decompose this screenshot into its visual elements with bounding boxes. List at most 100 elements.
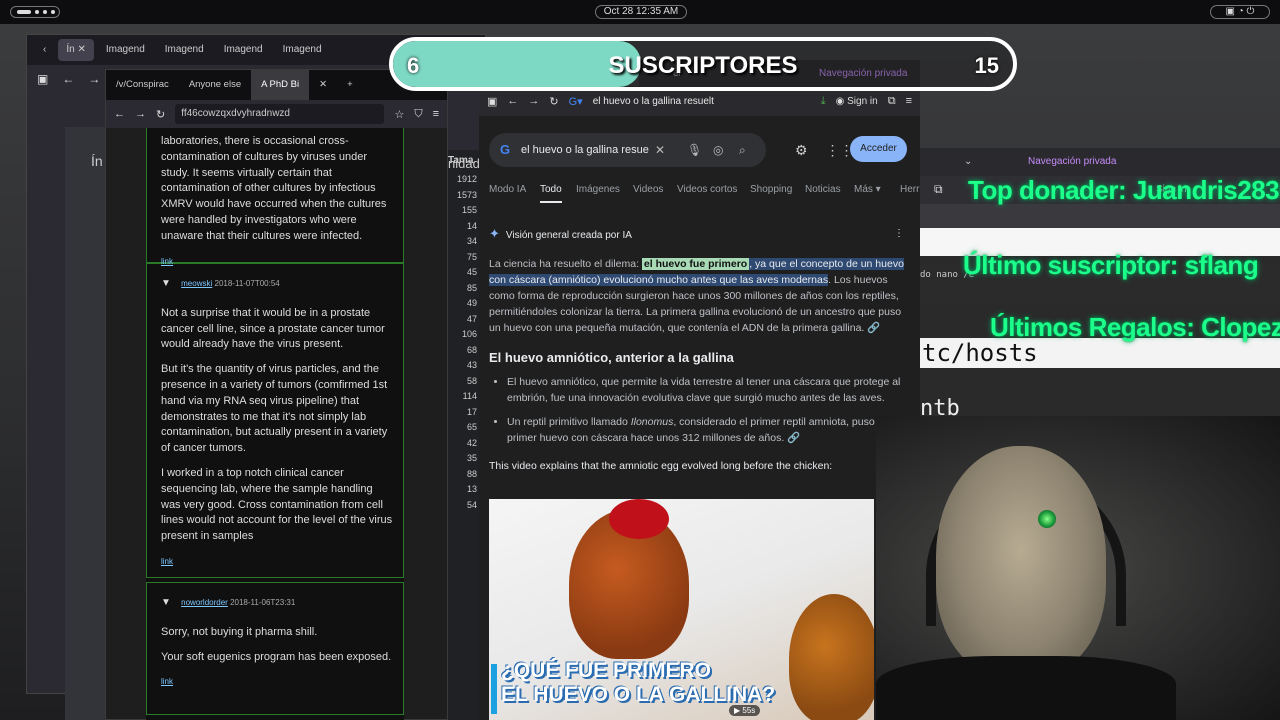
ai-paragraph: La ciencia ha resuelto el dilema: el hue…: [489, 256, 910, 336]
sign-in-button[interactable]: ◉ Sign in: [836, 96, 878, 107]
comment-2-p1: Sorry, not buying it pharma shill.: [161, 625, 318, 638]
google-browser-window: el Navegación privada ▣ ← → ↻ G▾ el huev…: [479, 60, 925, 720]
back-tab-0[interactable]: ‹: [35, 39, 54, 61]
bullet2-a: Un reptil primitivo llamado: [507, 416, 631, 428]
search-input-value[interactable]: el huevo o la gallina resue: [521, 144, 649, 156]
system-tray[interactable]: ▣ ◔ ⏻: [1210, 5, 1270, 19]
ai-bullet-1: El huevo amniótico, que permite la vida …: [507, 374, 910, 406]
comment-2-p2: Your soft eugenics program has been expo…: [161, 650, 392, 663]
sidebar-icon[interactable]: ▣: [487, 95, 497, 108]
sign-in-label: Sign in: [847, 95, 878, 107]
file-size-cell: 1912: [456, 174, 477, 184]
file-size-cell: 14: [466, 220, 477, 231]
extensions-icon[interactable]: ⧉: [888, 95, 896, 108]
rooster-comb: [609, 499, 669, 539]
video-title-line-1: ¿QUÉ FUE PRIMERO: [501, 659, 712, 682]
extensions-icon[interactable]: ⧉: [934, 182, 943, 197]
comment-2: ▼ noworldorder 2018-11-06T23:31 Sorry, n…: [146, 582, 404, 715]
tab-videos[interactable]: Videos: [633, 184, 663, 195]
new-tab-icon[interactable]: +: [337, 70, 363, 100]
forward-arrow-icon[interactable]: →: [88, 72, 100, 86]
comment-1-user[interactable]: meowski: [181, 279, 212, 288]
tab-mas[interactable]: Más ▾: [854, 184, 881, 195]
tab-todo[interactable]: Todo: [540, 184, 562, 203]
menu-icon[interactable]: ≡: [433, 108, 439, 120]
file-size-cell: 65: [466, 422, 477, 432]
back-tab-1[interactable]: Ín ✕: [58, 39, 94, 61]
lens-icon[interactable]: ◎: [713, 133, 723, 167]
comment-0-text: laboratories, there is occasional cross-…: [161, 135, 387, 242]
file-size-cell: 17: [466, 406, 477, 417]
file-size-cell: 85: [466, 282, 477, 293]
comment-2-header: ▼ noworldorder 2018-11-06T23:31: [161, 595, 393, 611]
file-heading-fragment: nidad: [448, 156, 480, 171]
comment-1-link[interactable]: link: [161, 554, 393, 570]
ai-p-highlight: el huevo fue primero: [641, 258, 750, 270]
back-arrow-icon[interactable]: ←: [114, 108, 125, 120]
comment-1-p2: But it's the quantity of virus particles…: [161, 363, 388, 455]
file-size-cell: 88: [466, 468, 477, 479]
forum-url-bar: ← → ↻ ff46cowzqxdvyhradnwzd ☆ ⛉ ≡: [106, 100, 447, 128]
bookmark-star-icon[interactable]: ☆: [394, 108, 404, 121]
back-arrow-icon[interactable]: ←: [62, 72, 74, 86]
back-tab-3[interactable]: Imagend: [157, 39, 212, 61]
clock[interactable]: Oct 28 12:35 AM: [595, 5, 687, 19]
acceder-button[interactable]: Acceder: [850, 136, 907, 162]
file-size-cell: 45: [466, 267, 477, 277]
google-url-input[interactable]: el huevo o la gallina resuelt: [593, 96, 811, 107]
tab-shopping[interactable]: Shopping: [750, 184, 792, 195]
close-tab-icon[interactable]: ✕: [309, 70, 337, 100]
forward-arrow-icon[interactable]: →: [528, 95, 539, 107]
comment-2-link[interactable]: link: [161, 674, 393, 690]
webcam-feed: [876, 416, 1280, 720]
tab-videos-cortos[interactable]: Videos cortos: [677, 184, 737, 195]
system-top-bar: Oct 28 12:35 AM ▣ ◔ ⏻: [0, 0, 1280, 24]
ai-p-start: La ciencia ha resuelto el dilema:: [489, 258, 642, 270]
file-size-cell: 54: [466, 499, 477, 510]
collapse-arrow-icon[interactable]: ▼: [161, 597, 171, 608]
comment-1-p3: I worked in a top notch clinical cancer …: [161, 466, 393, 543]
more-options-icon[interactable]: ⋮: [894, 226, 904, 242]
shield-icon[interactable]: ⛉: [414, 108, 422, 121]
back-tab-4[interactable]: Imagend: [216, 39, 271, 61]
right-tab-strip: ⌄ Navegación privada: [920, 148, 1280, 176]
back-tab-2[interactable]: Imagend: [98, 39, 153, 61]
subscriber-goal-bar: 6 SUSCRIPTORES 15: [389, 37, 1017, 91]
forward-arrow-icon[interactable]: →: [135, 108, 146, 120]
comment-1: ▼ meowski 2018-11-07T00:54 Not a surpris…: [146, 263, 404, 578]
link-icon[interactable]: 🔗: [787, 432, 800, 444]
collapse-arrow-icon[interactable]: ▼: [161, 278, 171, 289]
google-results-tabs: Modo IA Todo Imágenes Videos Videos cort…: [489, 184, 925, 208]
shirt: [876, 656, 1176, 720]
mic-icon[interactable]: 🎙: [687, 133, 702, 167]
back-arrow-icon[interactable]: ←: [507, 95, 518, 107]
back-tab-5[interactable]: Imagend: [275, 39, 330, 61]
menu-icon[interactable]: ≡: [906, 95, 912, 107]
settings-gear-icon[interactable]: ⚙: [795, 142, 808, 158]
file-size-cell: 1573: [456, 189, 477, 200]
download-icon[interactable]: ⤓: [821, 95, 826, 108]
comment-2-user[interactable]: noworldorder: [181, 598, 228, 607]
tab-noticias[interactable]: Noticias: [805, 184, 841, 195]
clear-icon[interactable]: ✕: [655, 133, 665, 167]
forum-tab-0[interactable]: /v/Conspirac: [106, 70, 179, 100]
forum-tab-1[interactable]: Anyone else: [179, 70, 251, 100]
sparkle-icon: ✦: [489, 226, 500, 241]
forum-url-input[interactable]: ff46cowzqxdvyhradnwzd: [175, 104, 385, 124]
search-icon[interactable]: ⌕: [739, 133, 746, 167]
link-icon[interactable]: 🔗: [867, 322, 880, 334]
comment-1-time: 2018-11-07T00:54: [214, 279, 280, 288]
forum-tab-2[interactable]: A PhD Bi: [251, 70, 310, 100]
right-private-label: Navegación privada: [1028, 156, 1117, 167]
tab-imagenes[interactable]: Imágenes: [576, 184, 620, 195]
reload-icon[interactable]: ↻: [156, 108, 165, 121]
sidebar-icon[interactable]: ▣: [37, 72, 48, 86]
workspace-indicator[interactable]: [10, 6, 60, 18]
chevron-down-icon[interactable]: ⌄: [964, 156, 972, 167]
reload-icon[interactable]: ↻: [549, 95, 558, 108]
google-search-box[interactable]: G el huevo o la gallina resue ✕ 🎙 ◎ ⌕: [489, 133, 766, 167]
video-thumbnail[interactable]: ¿QUÉ FUE PRIMERO EL HUEVO O LA GALLINA? …: [489, 499, 874, 720]
video-title-line-2: EL HUEVO O LA GALLINA?: [501, 683, 776, 706]
forum-page: laboratories, there is occasional cross-…: [146, 128, 404, 720]
tab-modo-ia[interactable]: Modo IA: [489, 184, 526, 195]
